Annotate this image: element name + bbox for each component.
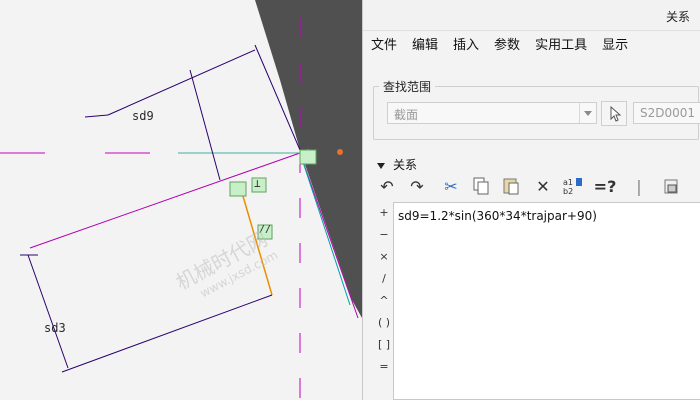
operator-power[interactable]: ^ [373,294,395,307]
operator-minus[interactable]: − [373,228,395,241]
relations-editor[interactable]: sd9=1.2*sin(360*34*trajpar+90) [393,202,700,400]
section-id-value: S2D0001 [640,106,696,120]
menu-display[interactable]: 显示 [602,34,628,58]
sketch-drawing [0,0,362,400]
sketch-canvas[interactable]: sd9 sd3 ⊥ // 机械时代网 www.jxsd.com [0,0,362,400]
svg-text:b2: b2 [563,187,573,196]
menu-parameters[interactable]: 参数 [494,34,520,58]
menu-file[interactable]: 文件 [371,34,397,58]
operator-brackets[interactable]: [ ] [373,338,395,351]
search-scope-label: 查找范围 [379,78,436,95]
lock-icon[interactable] [659,176,683,198]
redo-icon[interactable]: ↷ [405,176,429,198]
operator-parentheses[interactable]: ( ) [373,316,395,329]
select-entity-button[interactable] [601,101,627,126]
constraint-badge-2 [229,181,247,197]
dimension-sd3[interactable]: sd3 [44,321,66,335]
relations-panel: 关系 文件 编辑 插入 参数 实用工具 显示 查找范围 截面 S2D0001 关… [362,0,700,400]
operator-divide[interactable]: / [373,272,395,285]
operator-column: + − × / ^ ( ) [ ] = [373,202,395,400]
relations-section-header[interactable]: 关系 [377,156,417,173]
title-bar: 关系 [363,0,700,31]
dimension-sd9[interactable]: sd9 [132,109,154,123]
measure-icon[interactable]: |↔| [627,176,651,218]
delete-icon[interactable]: ✕ [531,176,555,198]
operator-equals[interactable]: = [373,360,395,373]
section-id-field[interactable]: S2D0001 [633,102,700,124]
scope-select-value: 截面 [394,108,419,122]
collapse-triangle-icon [377,162,385,169]
paste-icon[interactable] [499,176,523,198]
relations-header-label: 关系 [393,158,418,172]
scope-select[interactable]: 截面 [387,102,597,124]
copy-icon[interactable] [469,176,493,198]
operator-multiply[interactable]: × [373,250,395,263]
evaluate-icon[interactable]: =? [593,176,617,198]
end-point [337,149,343,155]
svg-text:a1: a1 [563,178,573,187]
constraint-badge-1 [299,149,317,165]
menu-bar: 文件 编辑 插入 参数 实用工具 显示 [363,34,643,58]
menu-insert[interactable]: 插入 [453,34,479,58]
chevron-down-icon[interactable] [579,103,596,123]
window-title: 关系 [665,10,690,24]
menu-edit[interactable]: 编辑 [412,34,438,58]
undo-icon[interactable]: ↶ [375,176,399,198]
relation-line: sd9=1.2*sin(360*34*trajpar+90) [398,209,597,223]
cut-icon[interactable]: ✂ [439,176,463,198]
sort-icon[interactable]: a1 b2 [561,176,585,198]
cursor-icon [610,105,622,122]
menu-utilities[interactable]: 实用工具 [535,34,587,58]
perpendicular-symbol: ⊥ [254,177,261,190]
operator-plus[interactable]: + [373,206,395,219]
